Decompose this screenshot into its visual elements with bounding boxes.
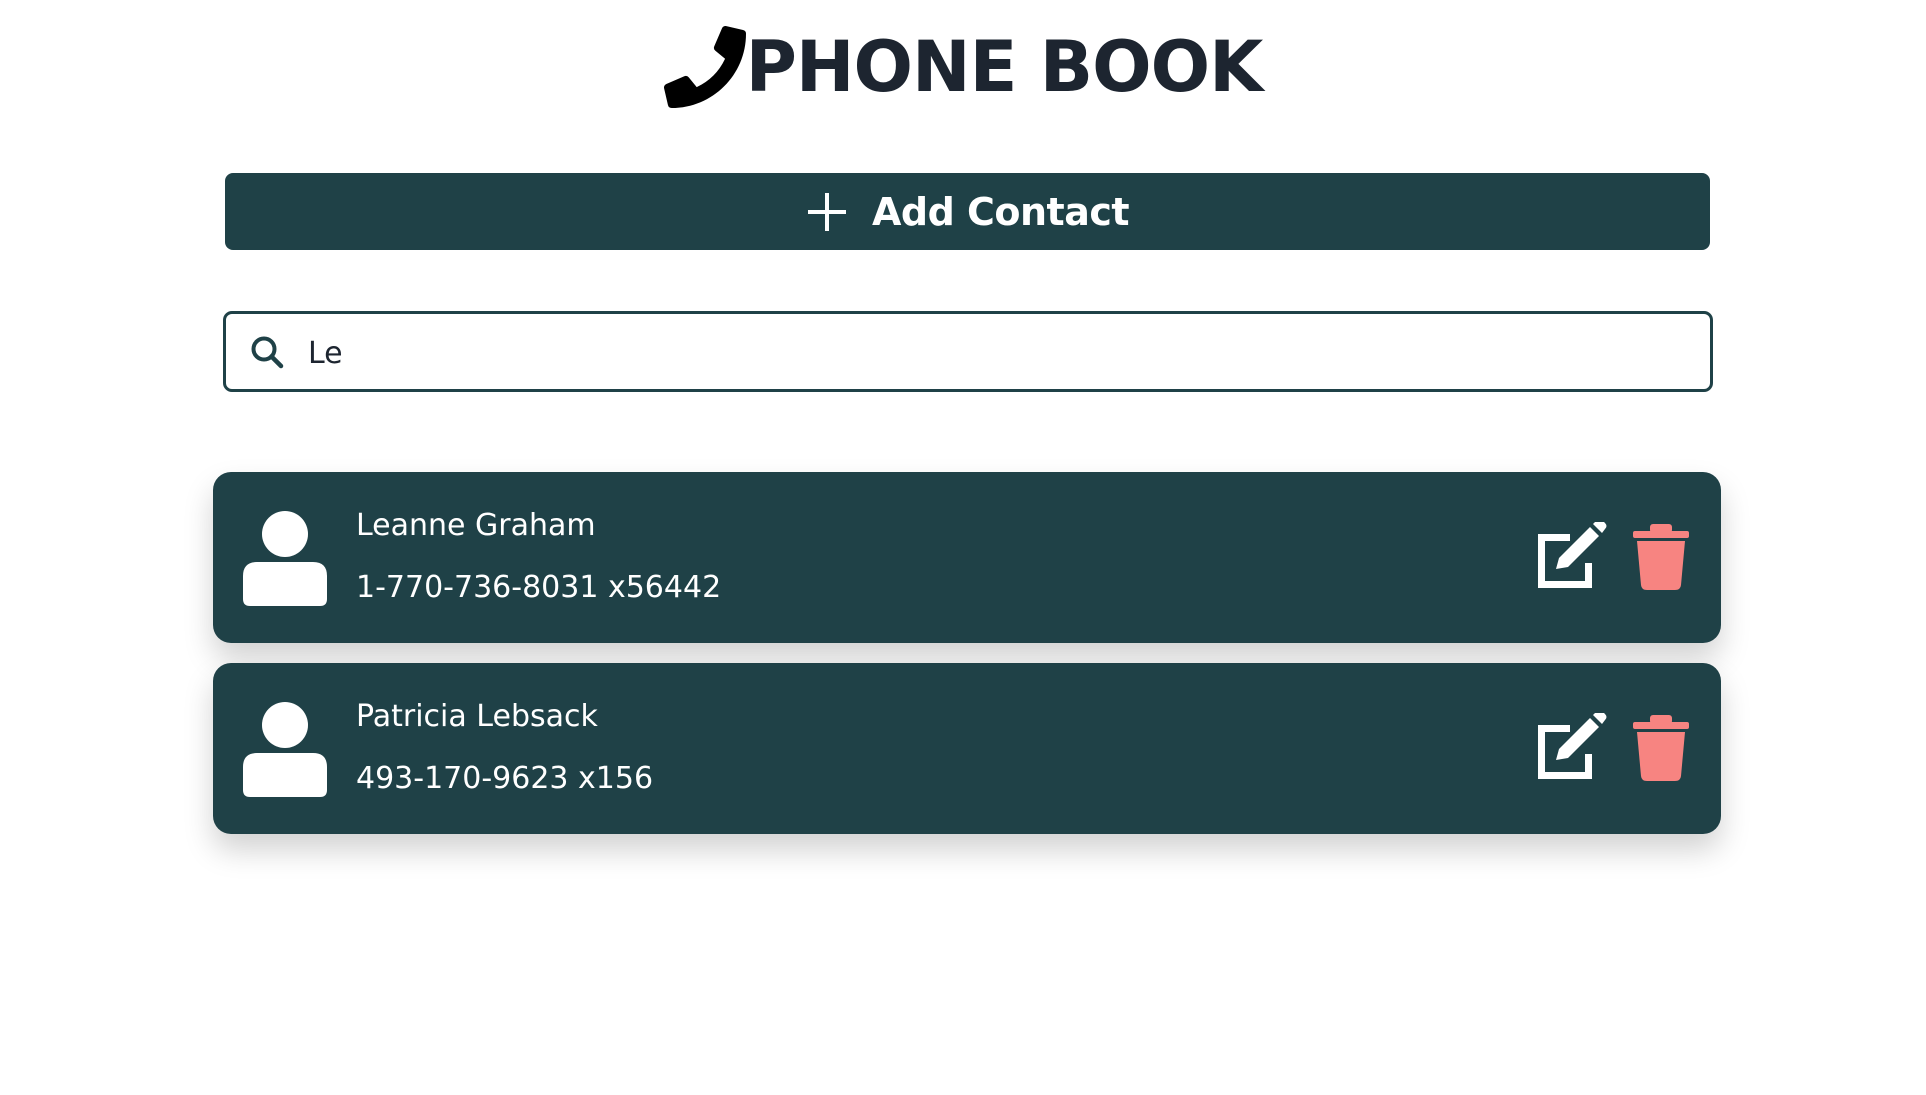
add-contact-button[interactable]: Add Contact bbox=[225, 173, 1710, 250]
contact-name: Patricia Lebsack bbox=[356, 699, 598, 734]
contact-phone: 1-770-736-8031 x56442 bbox=[356, 570, 722, 605]
edit-icon[interactable] bbox=[1532, 522, 1608, 590]
edit-icon[interactable] bbox=[1532, 713, 1608, 781]
add-contact-label: Add Contact bbox=[871, 189, 1130, 234]
phone-book-page: PHONE BOOK Add Contact Leanne Graham 1-7… bbox=[0, 0, 1926, 1095]
user-icon bbox=[243, 511, 327, 606]
trash-icon[interactable] bbox=[1633, 524, 1689, 590]
plus-icon bbox=[807, 192, 846, 231]
search-icon bbox=[251, 336, 284, 368]
search-bar bbox=[223, 311, 1713, 392]
page-title: PHONE BOOK bbox=[745, 26, 1264, 108]
contact-name: Leanne Graham bbox=[356, 508, 596, 543]
page-header: PHONE BOOK bbox=[0, 22, 1926, 112]
contact-phone: 493-170-9623 x156 bbox=[356, 761, 654, 796]
contact-card: Leanne Graham 1-770-736-8031 x56442 bbox=[213, 472, 1721, 643]
phone-icon bbox=[663, 26, 746, 108]
search-input[interactable] bbox=[308, 324, 1658, 379]
contact-card: Patricia Lebsack 493-170-9623 x156 bbox=[213, 663, 1721, 834]
trash-icon[interactable] bbox=[1633, 715, 1689, 781]
user-icon bbox=[243, 702, 327, 797]
